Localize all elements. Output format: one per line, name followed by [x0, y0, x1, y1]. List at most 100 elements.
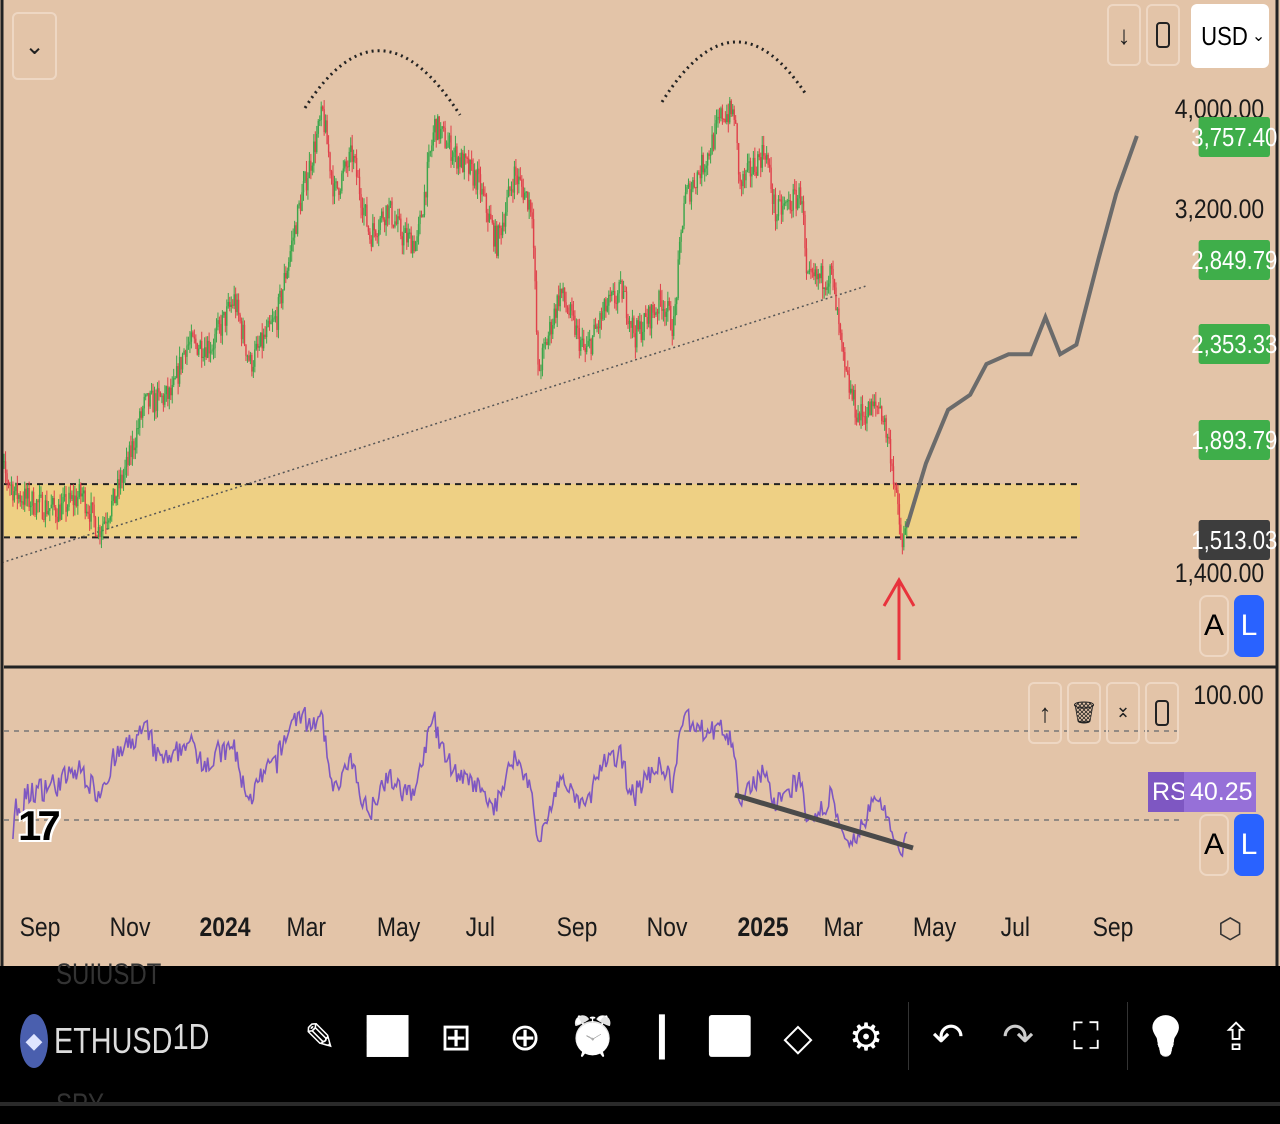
- interval-button[interactable]: 1D: [173, 1016, 210, 1058]
- candle: [316, 133, 318, 153]
- delete-indicator-button[interactable]: 🗑: [1067, 682, 1101, 744]
- candle: [469, 159, 471, 174]
- candle: [875, 401, 877, 406]
- arrow-down-icon: ↓: [1117, 19, 1131, 50]
- move-pane-up-button[interactable]: ↑: [1028, 682, 1062, 744]
- time-axis-label: May: [376, 912, 421, 942]
- candle: [339, 190, 342, 195]
- toolbar-divider: [1127, 1002, 1128, 1070]
- candle: [683, 203, 685, 226]
- drawing-tools-button[interactable]: ✎: [298, 1005, 342, 1069]
- candle: [230, 304, 232, 308]
- candle: [38, 494, 41, 503]
- candle: [522, 186, 524, 200]
- candle: [13, 491, 16, 501]
- candle: [450, 135, 452, 161]
- candle: [534, 247, 536, 282]
- trash-icon: 🗑: [1070, 700, 1098, 725]
- candle: [482, 188, 485, 195]
- redo-button[interactable]: ↷: [996, 1005, 1040, 1069]
- candle: [85, 511, 88, 514]
- candle: [208, 340, 210, 354]
- candle: [62, 496, 64, 504]
- candle: [411, 240, 414, 254]
- candle: [527, 191, 529, 210]
- candle: [127, 456, 129, 465]
- candle: [71, 495, 73, 499]
- home-indicator-bar: [0, 1102, 1280, 1106]
- candle: [165, 386, 168, 395]
- candle: [555, 308, 557, 318]
- candle: [376, 236, 378, 238]
- candle: [550, 321, 552, 335]
- fullscreen-button[interactable]: ⛶: [1064, 1005, 1108, 1069]
- candle: [509, 186, 511, 191]
- candle: [425, 192, 427, 198]
- candle: [105, 521, 107, 524]
- chart-type-button[interactable]: ┃: [640, 1005, 684, 1069]
- candle: [490, 213, 492, 220]
- candle: [740, 181, 743, 187]
- candle: [556, 295, 558, 318]
- share-button[interactable]: ⇪: [1214, 1005, 1258, 1069]
- candle: [227, 301, 229, 307]
- indicators-button[interactable]: 📈: [364, 1005, 411, 1069]
- add-button[interactable]: ⊕: [503, 1005, 547, 1069]
- collapse-button[interactable]: ⌄: [12, 12, 57, 80]
- candle: [801, 201, 803, 205]
- candle: [311, 165, 314, 171]
- candle: [776, 216, 778, 222]
- currency-select[interactable]: USD ⌄: [1191, 4, 1269, 68]
- scroll-to-latest-button[interactable]: ↓: [1107, 4, 1141, 66]
- maximize-rsi-button[interactable]: [1145, 682, 1179, 744]
- candle: [201, 340, 203, 358]
- candle: [94, 517, 97, 536]
- candle: [879, 406, 881, 409]
- prev-symbol[interactable]: SUIUSDT: [56, 958, 161, 992]
- candle: [149, 392, 151, 407]
- candle: [270, 322, 272, 324]
- candle: [872, 401, 874, 407]
- candle: [431, 145, 433, 152]
- layers-button[interactable]: ◇: [776, 1005, 820, 1069]
- tradingview-logo: 17: [18, 802, 61, 849]
- candle: [174, 377, 176, 379]
- rsi-auto-scale-button[interactable]: A: [1199, 814, 1229, 876]
- settings-button[interactable]: ⚙: [844, 1005, 888, 1069]
- candle: [366, 204, 368, 227]
- chevron-down-icon: ⌄: [1251, 28, 1266, 45]
- undo-icon: ↶: [932, 1016, 964, 1059]
- time-axis-label: 2024: [199, 912, 251, 942]
- candle: [855, 417, 858, 422]
- undo-button[interactable]: ↶: [926, 1005, 970, 1069]
- candle: [248, 355, 250, 361]
- chart-settings-button[interactable]: ⬡: [1218, 912, 1242, 945]
- candle: [521, 179, 523, 187]
- price-chart[interactable]: [0, 0, 1280, 966]
- alert-button[interactable]: ⏰: [569, 1005, 616, 1069]
- collapse-pane-button[interactable]: ⌄ ⌃: [1106, 682, 1140, 744]
- replay-button[interactable]: ⏪: [706, 1005, 753, 1069]
- candle: [156, 388, 159, 411]
- candle: [543, 343, 545, 348]
- candle: [622, 290, 625, 299]
- candle: [139, 411, 141, 429]
- rsi-log-scale-button[interactable]: L: [1234, 814, 1264, 876]
- candle: [603, 299, 606, 312]
- candle: [575, 325, 578, 335]
- maximize-pane-button[interactable]: [1146, 4, 1180, 66]
- candle: [406, 228, 408, 243]
- candle: [370, 239, 373, 247]
- ideas-button[interactable]: 💡: [1142, 1005, 1189, 1069]
- candle: [512, 189, 514, 193]
- candle: [614, 291, 616, 303]
- candle: [496, 225, 498, 256]
- candle: [34, 513, 36, 515]
- log-scale-button[interactable]: L: [1234, 595, 1264, 657]
- candle: [627, 318, 629, 325]
- candle: [84, 490, 86, 514]
- candle: [333, 183, 336, 197]
- templates-button[interactable]: ⊞: [434, 1005, 478, 1069]
- candle: [347, 166, 349, 168]
- auto-scale-button[interactable]: A: [1199, 595, 1229, 657]
